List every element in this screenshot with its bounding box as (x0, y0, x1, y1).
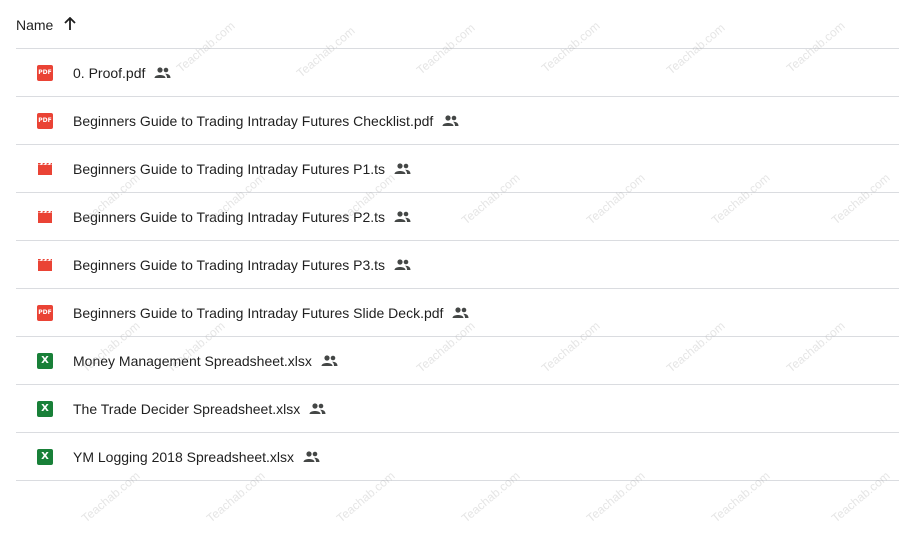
shared-people-icon (394, 210, 412, 224)
file-row[interactable]: Beginners Guide to Trading Intraday Futu… (16, 193, 899, 241)
file-row[interactable]: X Money Management Spreadsheet.xlsx (16, 337, 899, 385)
spreadsheet-icon: X (37, 400, 53, 417)
file-row[interactable]: PDF Beginners Guide to Trading Intraday … (16, 289, 899, 337)
spreadsheet-icon: X (37, 352, 53, 369)
video-icon (37, 257, 53, 273)
file-name[interactable]: YM Logging 2018 Spreadsheet.xlsx (73, 449, 294, 465)
shared-people-icon (452, 306, 470, 320)
pdf-icon: PDF (37, 64, 53, 81)
video-icon (37, 161, 53, 177)
shared-people-icon (309, 402, 327, 416)
shared-people-icon (303, 450, 321, 464)
file-name[interactable]: Beginners Guide to Trading Intraday Futu… (73, 161, 385, 177)
pdf-icon: PDF (37, 112, 53, 129)
spreadsheet-icon: X (37, 448, 53, 465)
video-icon (37, 209, 53, 225)
file-name[interactable]: Beginners Guide to Trading Intraday Futu… (73, 257, 385, 273)
file-list: PDF 0. Proof.pdf PDF Beginners Guide to … (16, 49, 899, 481)
file-row[interactable]: X YM Logging 2018 Spreadsheet.xlsx (16, 433, 899, 481)
file-row[interactable]: Beginners Guide to Trading Intraday Futu… (16, 241, 899, 289)
name-column-header[interactable]: Name (16, 15, 53, 33)
shared-people-icon (394, 162, 412, 176)
shared-people-icon (154, 66, 172, 80)
file-row[interactable]: X The Trade Decider Spreadsheet.xlsx (16, 385, 899, 433)
shared-people-icon (442, 114, 460, 128)
file-name[interactable]: Beginners Guide to Trading Intraday Futu… (73, 113, 433, 129)
file-name[interactable]: 0. Proof.pdf (73, 65, 145, 81)
file-name[interactable]: The Trade Decider Spreadsheet.xlsx (73, 401, 300, 417)
shared-people-icon (321, 354, 339, 368)
file-name[interactable]: Beginners Guide to Trading Intraday Futu… (73, 209, 385, 225)
shared-people-icon (394, 258, 412, 272)
arrow-up-icon[interactable] (61, 15, 79, 33)
file-row[interactable]: Beginners Guide to Trading Intraday Futu… (16, 145, 899, 193)
file-name[interactable]: Beginners Guide to Trading Intraday Futu… (73, 305, 443, 321)
column-header: Name (16, 0, 899, 49)
pdf-icon: PDF (37, 304, 53, 321)
file-row[interactable]: PDF Beginners Guide to Trading Intraday … (16, 97, 899, 145)
file-name[interactable]: Money Management Spreadsheet.xlsx (73, 353, 312, 369)
file-row[interactable]: PDF 0. Proof.pdf (16, 49, 899, 97)
